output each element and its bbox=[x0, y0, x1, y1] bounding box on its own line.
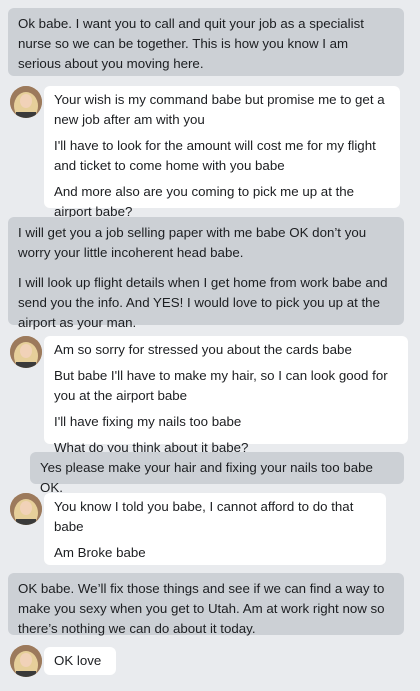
message-text: I will look up flight details when I get… bbox=[18, 275, 388, 330]
message-line: Am Broke babe bbox=[54, 545, 146, 560]
message-line: I'll have to look for the amount will co… bbox=[54, 138, 376, 173]
incoming-message: Your wish is my command babe but promise… bbox=[44, 86, 400, 219]
incoming-message: You know I told you babe, I cannot affor… bbox=[44, 493, 386, 586]
profile-photo-icon bbox=[10, 336, 42, 368]
profile-photo-icon bbox=[10, 86, 42, 118]
message-line: Your wish is my command babe but promise… bbox=[54, 92, 385, 127]
message-line: Am so sorry for stressed you about the c… bbox=[54, 342, 352, 357]
message-text: I will get you a job selling paper with … bbox=[18, 225, 367, 260]
message-line: And more also are you coming to pick me … bbox=[54, 184, 355, 219]
outgoing-message: I will get you a job selling paper with … bbox=[8, 217, 404, 330]
profile-photo-icon bbox=[10, 645, 42, 677]
outgoing-message: Yes please make your hair and fixing you… bbox=[30, 452, 404, 495]
outgoing-message: OK babe. We’ll fix those things and see … bbox=[8, 573, 404, 636]
message-line: You know I told you babe, I cannot affor… bbox=[54, 499, 354, 534]
incoming-message: Am so sorry for stressed you about the c… bbox=[44, 336, 408, 455]
chat-thread: Ok babe. I want you to call and quit you… bbox=[0, 0, 420, 691]
incoming-message: OK love bbox=[44, 647, 116, 675]
message-text: OK babe. We’ll fix those things and see … bbox=[18, 581, 385, 636]
message-text: Ok babe. I want you to call and quit you… bbox=[18, 16, 364, 71]
avatar[interactable] bbox=[10, 336, 42, 368]
message-line: But babe I'll have to make my hair, so I… bbox=[54, 368, 388, 403]
avatar[interactable] bbox=[10, 86, 42, 118]
avatar[interactable] bbox=[10, 645, 42, 677]
message-line: OK love bbox=[54, 653, 102, 668]
message-line: I'll have fixing my nails too babe bbox=[54, 414, 242, 429]
outgoing-message: Ok babe. I want you to call and quit you… bbox=[8, 8, 404, 76]
message-text: Yes please make your hair and fixing you… bbox=[40, 460, 373, 495]
profile-photo-icon bbox=[10, 493, 42, 525]
avatar[interactable] bbox=[10, 493, 42, 525]
